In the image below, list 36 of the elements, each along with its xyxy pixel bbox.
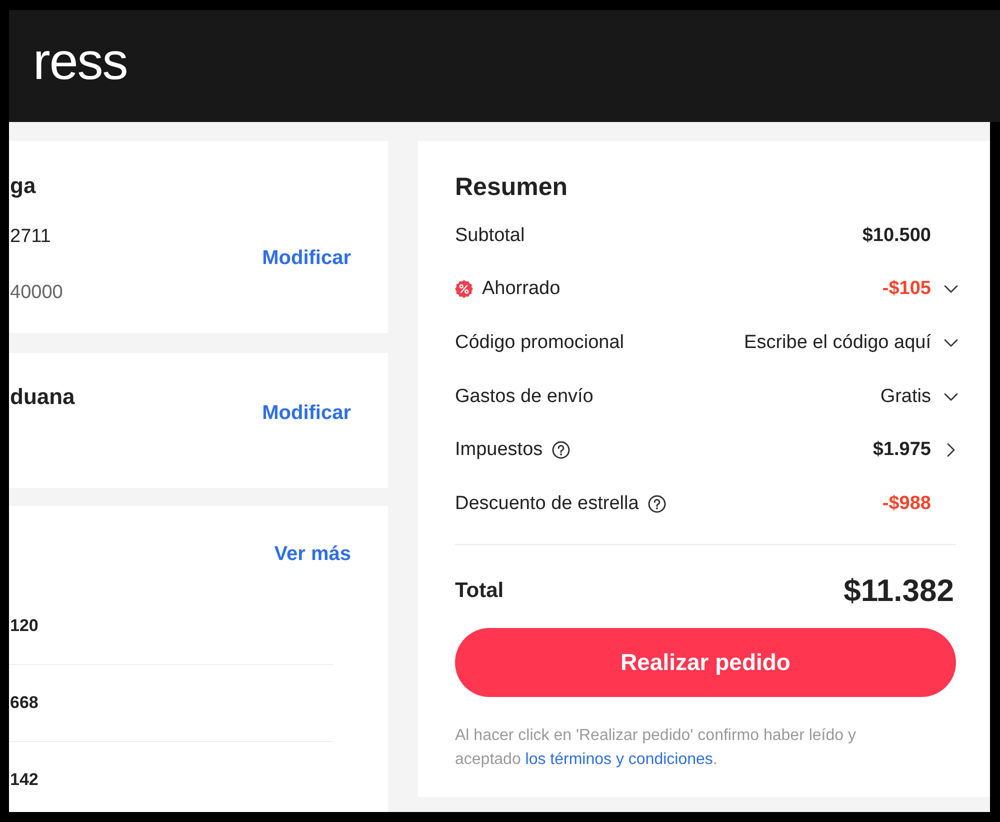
logo-text[interactable]: ress (33, 36, 128, 88)
address-line: 2711 (10, 225, 51, 249)
modify-link[interactable]: Modificar (262, 401, 351, 425)
summary-amount: -$988 (882, 492, 931, 516)
summary-amount[interactable]: -$105 (882, 277, 931, 302)
help-icon (648, 494, 666, 513)
summary-label: Subtotal (455, 224, 525, 248)
summary-label: Gastos de envío (455, 384, 594, 409)
total-label: Total (455, 578, 504, 604)
summary-title: Resumen (455, 172, 569, 202)
total-amount: $11.382 (844, 572, 954, 609)
item-price: 142 (9, 769, 38, 791)
item-price: 668 (9, 692, 38, 714)
place-order-button[interactable]: Realizar pedido (455, 628, 956, 697)
summary-amount[interactable]: $1.975 (872, 438, 931, 462)
terms-link[interactable]: los términos y condiciones (525, 750, 713, 768)
item-price: 120 (9, 615, 38, 637)
summary-label: Impuestos (455, 438, 543, 462)
chevron-down-icon (944, 285, 958, 294)
summary-label: Ahorrado (482, 277, 560, 302)
address-line: 40000 (10, 281, 63, 305)
modify-link[interactable]: Modificar (262, 246, 351, 270)
discount-badge-icon (455, 280, 473, 298)
summary-label: Código promocional (455, 330, 624, 355)
summary-label: Descuento de estrella (455, 492, 639, 516)
see-more-link[interactable]: Ver más (274, 542, 351, 566)
help-icon (552, 441, 570, 460)
summary-option[interactable]: Gratis (880, 384, 931, 409)
section-title: ga (10, 172, 36, 200)
terms-text: Al hacer click en 'Realizar pedido' confirmo haber leído y aceptado los términos y condiciones. (455, 726, 857, 770)
section-title: duana (9, 383, 75, 411)
summary-amount: $10.500 (862, 224, 931, 248)
summary-option[interactable]: Escribe el código aquí (744, 330, 931, 355)
chevron-down-icon (944, 338, 958, 347)
chevron-right-icon (947, 443, 955, 458)
chevron-down-icon (944, 392, 958, 401)
